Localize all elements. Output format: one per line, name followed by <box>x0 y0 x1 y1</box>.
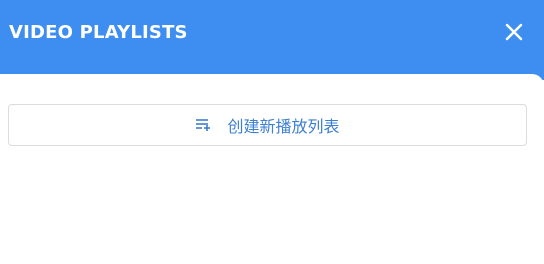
create-playlist-label: 创建新播放列表 <box>227 117 340 136</box>
close-button[interactable] <box>500 18 528 46</box>
page-title: VIDEO PLAYLISTS <box>9 22 188 43</box>
playlist-add-icon <box>195 117 211 133</box>
content-panel: 创建新播放列表 <box>0 74 544 264</box>
create-playlist-button[interactable]: 创建新播放列表 <box>8 104 527 146</box>
close-icon <box>500 18 528 46</box>
header-bar: VIDEO PLAYLISTS <box>0 0 544 80</box>
